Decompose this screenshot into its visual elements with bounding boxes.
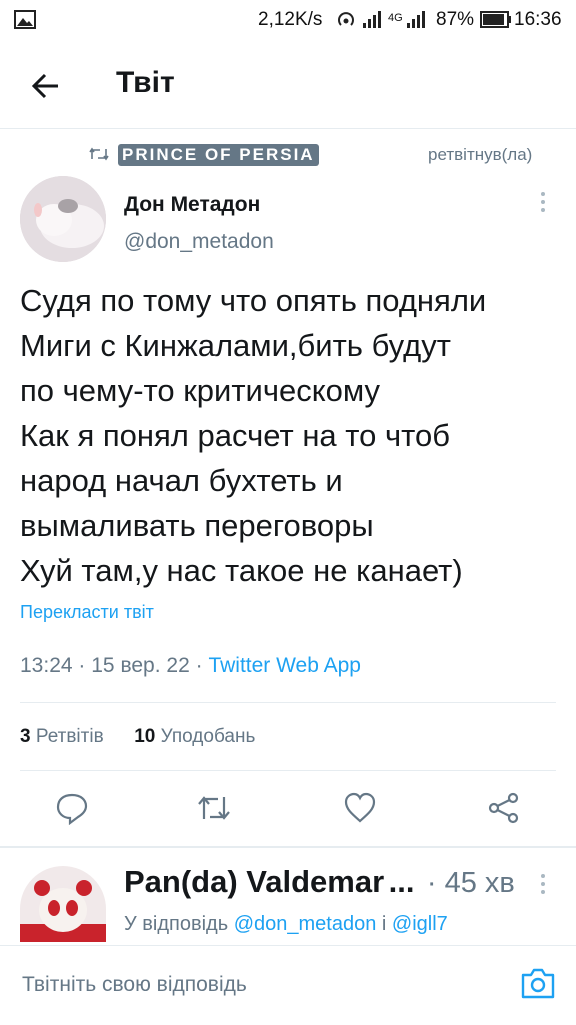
retweets-count[interactable]: 3: [20, 726, 31, 747]
divider: [20, 702, 556, 703]
mention-link[interactable]: @don_metadon: [234, 913, 377, 935]
tweet-stats: 3 Ретвітів 10 Уподобань: [20, 726, 255, 748]
retweet-icon: [198, 796, 230, 820]
reply-icon: [56, 793, 88, 825]
more-options-icon[interactable]: [541, 192, 545, 216]
tweet-date: 15 вер. 22: [91, 654, 190, 677]
network-type: 4G: [388, 12, 403, 24]
reply-avatar[interactable]: [20, 866, 106, 942]
reply-compose-bar: Твітніть свою відповідь: [0, 945, 576, 1025]
retweet-small-icon: [89, 147, 109, 161]
author-name[interactable]: Дон Метадон: [124, 193, 260, 217]
divider: [20, 770, 556, 771]
reply-author-name[interactable]: Pan(da) Valdemar: [124, 864, 384, 899]
battery-icon: [480, 11, 511, 28]
heart-icon: [344, 792, 376, 823]
mention-link[interactable]: @igll7: [392, 913, 448, 935]
retweeter-name[interactable]: PRINCE OF PERSIA: [118, 144, 319, 166]
retweet-action-label: ретвітнув(ла): [428, 145, 533, 164]
reply-button[interactable]: [42, 778, 102, 838]
gallery-notification-icon: [14, 10, 36, 29]
author-avatar[interactable]: [20, 176, 106, 262]
translate-link[interactable]: Перекласти твіт: [20, 602, 154, 623]
retweets-label[interactable]: Ретвітів: [36, 726, 104, 747]
like-button[interactable]: [330, 778, 390, 838]
mention-conjunction: і: [381, 913, 387, 935]
share-button[interactable]: [474, 778, 534, 838]
reply-context: У відповідь @don_metadon і @igll7: [124, 913, 448, 936]
signal-icon-1: [363, 11, 381, 28]
retweet-button[interactable]: [184, 778, 244, 838]
reply-author-ellipsis: ...: [388, 864, 415, 899]
tweet-meta: 13:24 · 15 вер. 22 · Twitter Web App: [20, 654, 361, 678]
reply-header: Pan(da) Valdemar ... · 45 хв: [124, 864, 515, 900]
camera-icon[interactable]: [520, 966, 556, 1000]
reply-more-options-icon[interactable]: [541, 874, 545, 898]
meta-separator: ·: [195, 654, 203, 677]
signal-icon-2: [407, 11, 425, 28]
page-title: Твіт: [116, 66, 175, 99]
hotspot-icon: [338, 12, 354, 26]
reply-prefix: У відповідь: [124, 913, 229, 935]
status-bar: 2,12K/s 4G 87% 16:36: [0, 0, 576, 40]
battery-percent: 87%: [436, 9, 475, 30]
back-arrow-icon[interactable]: [30, 70, 62, 102]
meta-separator: ·: [78, 654, 86, 677]
reply-input[interactable]: Твітніть свою відповідь: [22, 973, 247, 997]
top-app-bar: Твіт: [0, 48, 576, 129]
network-speed: 2,12K/s: [258, 9, 323, 30]
likes-count[interactable]: 10: [134, 726, 155, 747]
clock: 16:36: [514, 9, 562, 30]
section-divider: [0, 846, 576, 848]
likes-label[interactable]: Уподобань: [161, 726, 256, 747]
tweet-source[interactable]: Twitter Web App: [208, 654, 361, 677]
reply-time: · 45 хв: [426, 867, 515, 899]
author-handle[interactable]: @don_metadon: [124, 230, 274, 254]
tweet-time: 13:24: [20, 654, 73, 677]
share-icon: [488, 792, 519, 824]
tweet-text: Судя по тому что опять подняли Миги с Ки…: [20, 283, 487, 588]
